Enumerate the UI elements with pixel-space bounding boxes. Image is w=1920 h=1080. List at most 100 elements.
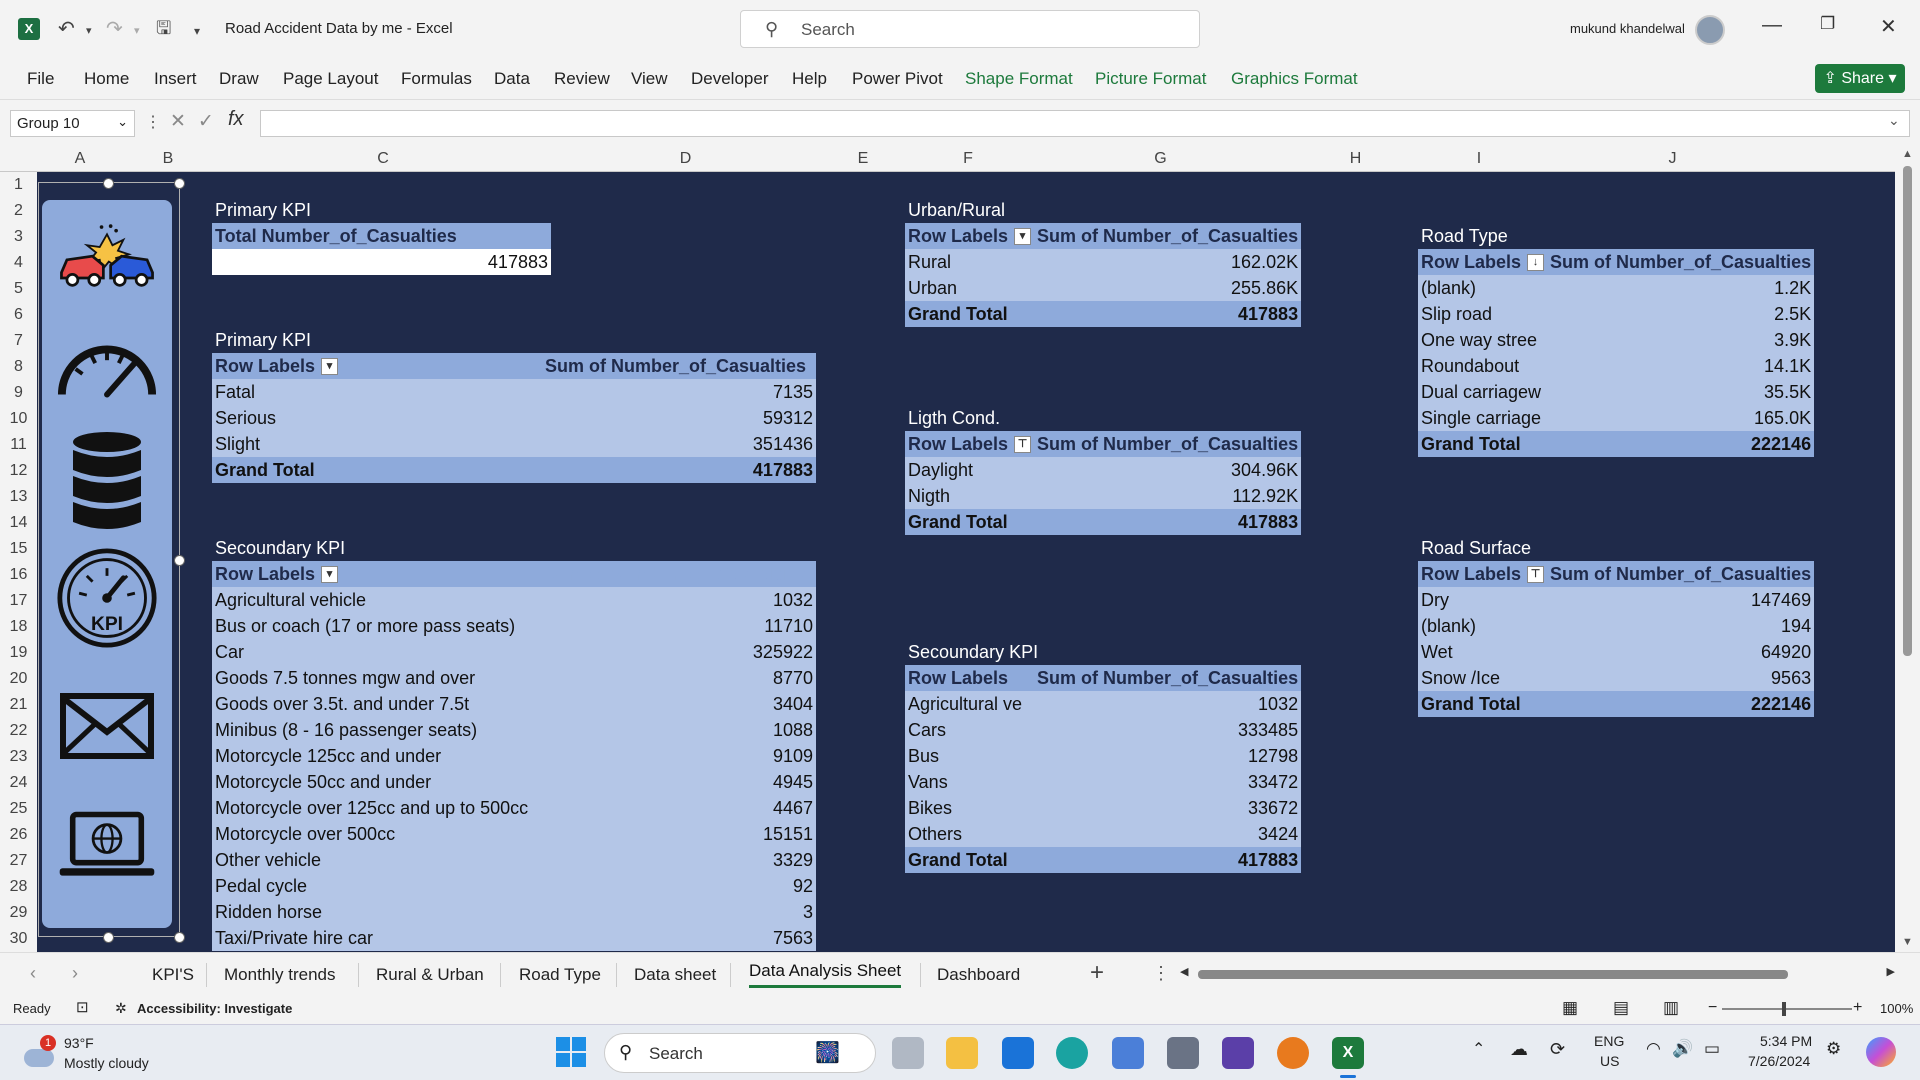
restore-icon[interactable]: ❐ — [1820, 14, 1835, 34]
page-break-view-icon[interactable]: ▥ — [1663, 998, 1679, 1018]
grand-total-label[interactable]: Grand Total — [905, 301, 1035, 327]
scroll-up-icon[interactable]: ▲ — [1902, 148, 1913, 160]
grand-total-label[interactable]: Grand Total — [905, 509, 1035, 535]
tab-rural-urban[interactable]: Rural & Urban — [376, 965, 484, 985]
pivot-row-value[interactable]: 7563 — [542, 925, 816, 951]
menu-page-layout[interactable]: Page Layout — [283, 69, 378, 89]
column-header[interactable]: I — [1418, 150, 1540, 168]
user-name[interactable]: mukund khandelwal — [1570, 21, 1685, 36]
grand-total-value[interactable]: 417883 — [542, 457, 816, 483]
menu-data[interactable]: Data — [494, 69, 530, 89]
pivot-row-label[interactable]: Motorcycle over 125cc and up to 500cc — [212, 795, 542, 821]
insert-function-icon[interactable]: fx — [228, 108, 244, 131]
pivot-col-header[interactable]: Row Labels▾ — [212, 561, 542, 587]
menu-formulas[interactable]: Formulas — [401, 69, 472, 89]
row-header[interactable]: 20 — [0, 670, 37, 688]
row-header[interactable]: 19 — [0, 644, 37, 662]
road-type-pivot[interactable]: Row Labels ↓ Sum of Number_of_Casualties (b… — [1418, 249, 1815, 457]
column-header[interactable]: A — [37, 150, 123, 168]
pivot-row-value[interactable]: 255.86K — [1034, 275, 1302, 301]
pivot-row-label[interactable]: Vans — [905, 769, 1035, 795]
notification-icon[interactable]: ⚙ — [1826, 1039, 1841, 1059]
row-header[interactable]: 28 — [0, 878, 37, 896]
pivot-row-value[interactable]: 64920 — [1547, 639, 1815, 665]
zoom-out-icon[interactable]: − — [1708, 999, 1717, 1017]
pivot-row-value[interactable]: 2.5K — [1547, 301, 1815, 327]
pivot-row-label[interactable]: Fatal — [212, 379, 542, 405]
row-header[interactable]: 10 — [0, 410, 37, 428]
pivot-row-value[interactable]: 165.0K — [1547, 405, 1815, 431]
pivot-row-value[interactable]: 9109 — [542, 743, 816, 769]
row-header[interactable]: 11 — [0, 436, 37, 454]
volume-icon[interactable]: 🔊 — [1672, 1039, 1693, 1059]
grand-total-label[interactable]: Grand Total — [212, 457, 542, 483]
zoom-slider-thumb[interactable] — [1782, 1002, 1786, 1016]
accessibility-icon[interactable]: ✲ — [115, 1000, 127, 1017]
pivot-row-label[interactable]: Snow /Ice — [1418, 665, 1548, 691]
row-header[interactable]: 5 — [0, 280, 37, 298]
pivot-row-label[interactable]: Nigth — [905, 483, 1035, 509]
grand-total-label[interactable]: Grand Total — [1418, 691, 1548, 717]
pivot-row-value[interactable]: 3 — [542, 899, 816, 925]
tab-data-analysis-sheet[interactable]: Data Analysis Sheet — [749, 961, 902, 988]
row-header[interactable]: 2 — [0, 202, 37, 220]
normal-view-icon[interactable]: ▦ — [1562, 998, 1578, 1018]
pivot-col-header[interactable]: Row Labels▾ — [905, 665, 1035, 691]
row-header[interactable]: 27 — [0, 852, 37, 870]
chevron-up-icon[interactable]: ⌃ — [1472, 1039, 1485, 1059]
filter-dropdown-icon[interactable]: ▾ — [321, 566, 339, 584]
row-header[interactable]: 18 — [0, 618, 37, 636]
pivot-row-label[interactable]: Motorcycle 50cc and under — [212, 769, 542, 795]
database-icon[interactable] — [56, 432, 158, 532]
page-layout-view-icon[interactable]: ▤ — [1613, 998, 1629, 1018]
column-header[interactable]: H — [1293, 150, 1418, 168]
pivot-row-value[interactable]: 4467 — [542, 795, 816, 821]
column-header[interactable]: B — [123, 150, 213, 168]
task-view-icon[interactable] — [892, 1037, 924, 1069]
pivot-row-value[interactable]: 33672 — [1034, 795, 1302, 821]
pivot-row-label[interactable]: Pedal cycle — [212, 873, 542, 899]
column-header[interactable]: D — [553, 150, 818, 168]
mail-icon[interactable] — [1002, 1037, 1034, 1069]
name-box[interactable]: Group 10 ⌄ — [10, 110, 135, 137]
windows-start-icon[interactable] — [556, 1037, 586, 1067]
search-box[interactable]: ⚲ Search — [740, 10, 1200, 48]
prev-sheet-icon[interactable]: ‹ — [30, 963, 36, 984]
column-header[interactable]: G — [1028, 150, 1293, 168]
close-icon[interactable]: ✕ — [1880, 14, 1897, 39]
pivot-row-value[interactable]: 304.96K — [1034, 457, 1302, 483]
resize-handle[interactable] — [174, 555, 185, 566]
tab-data-sheet[interactable]: Data sheet — [634, 965, 716, 985]
scroll-down-icon[interactable]: ▼ — [1902, 936, 1913, 948]
horizontal-scrollbar[interactable]: ◀ ▶ — [1180, 966, 1895, 981]
row-header[interactable]: 13 — [0, 488, 37, 506]
next-sheet-icon[interactable]: › — [72, 963, 78, 984]
grand-total-label[interactable]: Grand Total — [905, 847, 1035, 873]
pivot-row-value[interactable]: 92 — [542, 873, 816, 899]
column-header[interactable]: C — [213, 150, 553, 168]
redo-icon[interactable]: ↷ — [106, 16, 123, 41]
grand-total-value[interactable]: 417883 — [1034, 847, 1302, 873]
pivot-row-label[interactable]: Minibus (8 - 16 passenger seats) — [212, 717, 542, 743]
copilot-icon[interactable] — [1866, 1037, 1896, 1067]
row-header[interactable]: 29 — [0, 904, 37, 922]
colorful-app-icon[interactable] — [1277, 1037, 1309, 1069]
menu-home[interactable]: Home — [84, 69, 129, 89]
laptop-globe-icon[interactable] — [56, 796, 158, 896]
scroll-thumb[interactable] — [1198, 970, 1788, 979]
vertical-scrollbar[interactable]: ▲ ▼ — [1895, 146, 1920, 952]
pivot-row-value[interactable]: 35.5K — [1547, 379, 1815, 405]
row-header[interactable]: 21 — [0, 696, 37, 714]
edge-browser-icon[interactable] — [1056, 1037, 1088, 1069]
tab-road-type[interactable]: Road Type — [519, 965, 601, 985]
resize-handle[interactable] — [174, 932, 185, 943]
pivot-row-value[interactable]: 194 — [1547, 613, 1815, 639]
pivot-row-value[interactable]: 351436 — [542, 431, 816, 457]
clock-time[interactable]: 5:34 PM — [1760, 1033, 1812, 1049]
language-code[interactable]: ENG — [1594, 1033, 1624, 1049]
row-header[interactable]: 17 — [0, 592, 37, 610]
battery-icon[interactable]: ▭ — [1704, 1039, 1720, 1059]
pivot-row-label[interactable]: Taxi/Private hire car — [212, 925, 542, 951]
pivot-col-header[interactable]: Sum of Number_of_Casualties — [1034, 665, 1302, 691]
pivot-col-header[interactable]: Row Labels ⊤ — [905, 431, 1035, 457]
